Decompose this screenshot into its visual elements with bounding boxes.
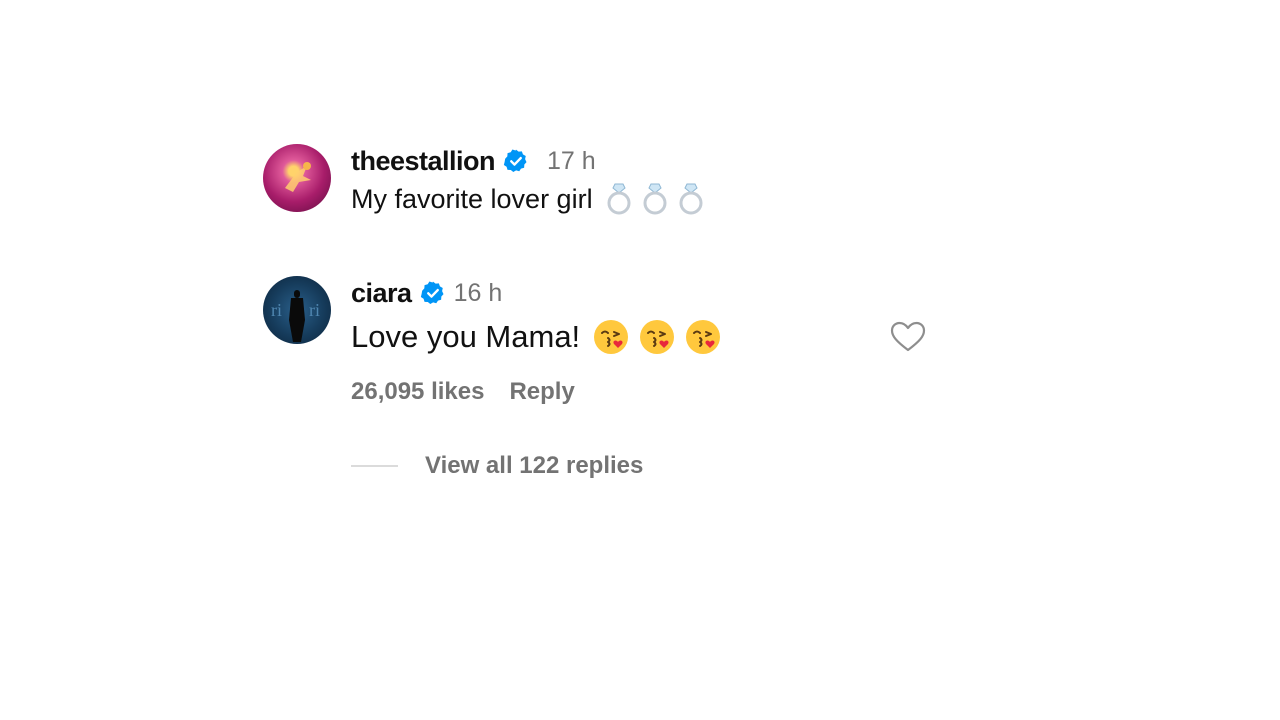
username[interactable]: theestallion (351, 146, 496, 177)
comment-text-row: Love you Mama! (351, 318, 730, 356)
comment-text-row: My favorite lover girl (351, 182, 713, 216)
comment-actions: 26,095 likes Reply (351, 378, 575, 406)
kissing-face-emoji-icon (684, 318, 722, 356)
avatar[interactable]: ri ri (263, 276, 331, 344)
svg-text:ri: ri (271, 300, 282, 320)
comment-header: ciara 16 h (351, 276, 730, 310)
verified-badge-icon (503, 148, 529, 174)
comment-header: theestallion 17 h (351, 144, 713, 178)
ring-emoji-icon (677, 182, 705, 216)
replies-divider (351, 465, 398, 467)
verified-badge-icon (420, 280, 446, 306)
comment-text: Love you Mama! (351, 319, 581, 354)
timestamp: 17 h (547, 146, 596, 175)
avatar-image (285, 162, 311, 192)
ring-emoji-icon (641, 182, 669, 216)
comment-text: My favorite lover girl (351, 183, 593, 214)
svg-text:ri: ri (309, 300, 320, 320)
ring-emoji-icon (605, 182, 633, 216)
emoji-group (592, 318, 730, 356)
kissing-face-emoji-icon (638, 318, 676, 356)
avatar[interactable] (263, 144, 331, 212)
kissing-face-emoji-icon (592, 318, 630, 356)
comment-body: theestallion 17 h My favorite lover girl (351, 144, 713, 216)
view-replies-label: View all 122 replies (425, 452, 644, 479)
reply-button[interactable]: Reply (509, 378, 574, 406)
likes-count[interactable]: 26,095 likes (351, 378, 484, 406)
timestamp: 16 h (453, 278, 503, 307)
like-heart-icon[interactable] (890, 321, 926, 358)
avatar-image: ri ri (271, 290, 320, 342)
username[interactable]: ciara (351, 278, 412, 309)
comment-body: ciara 16 h Love you Mama! (351, 276, 730, 356)
emoji-group (605, 182, 713, 216)
view-replies-button[interactable]: View all 122 replies (351, 452, 643, 480)
